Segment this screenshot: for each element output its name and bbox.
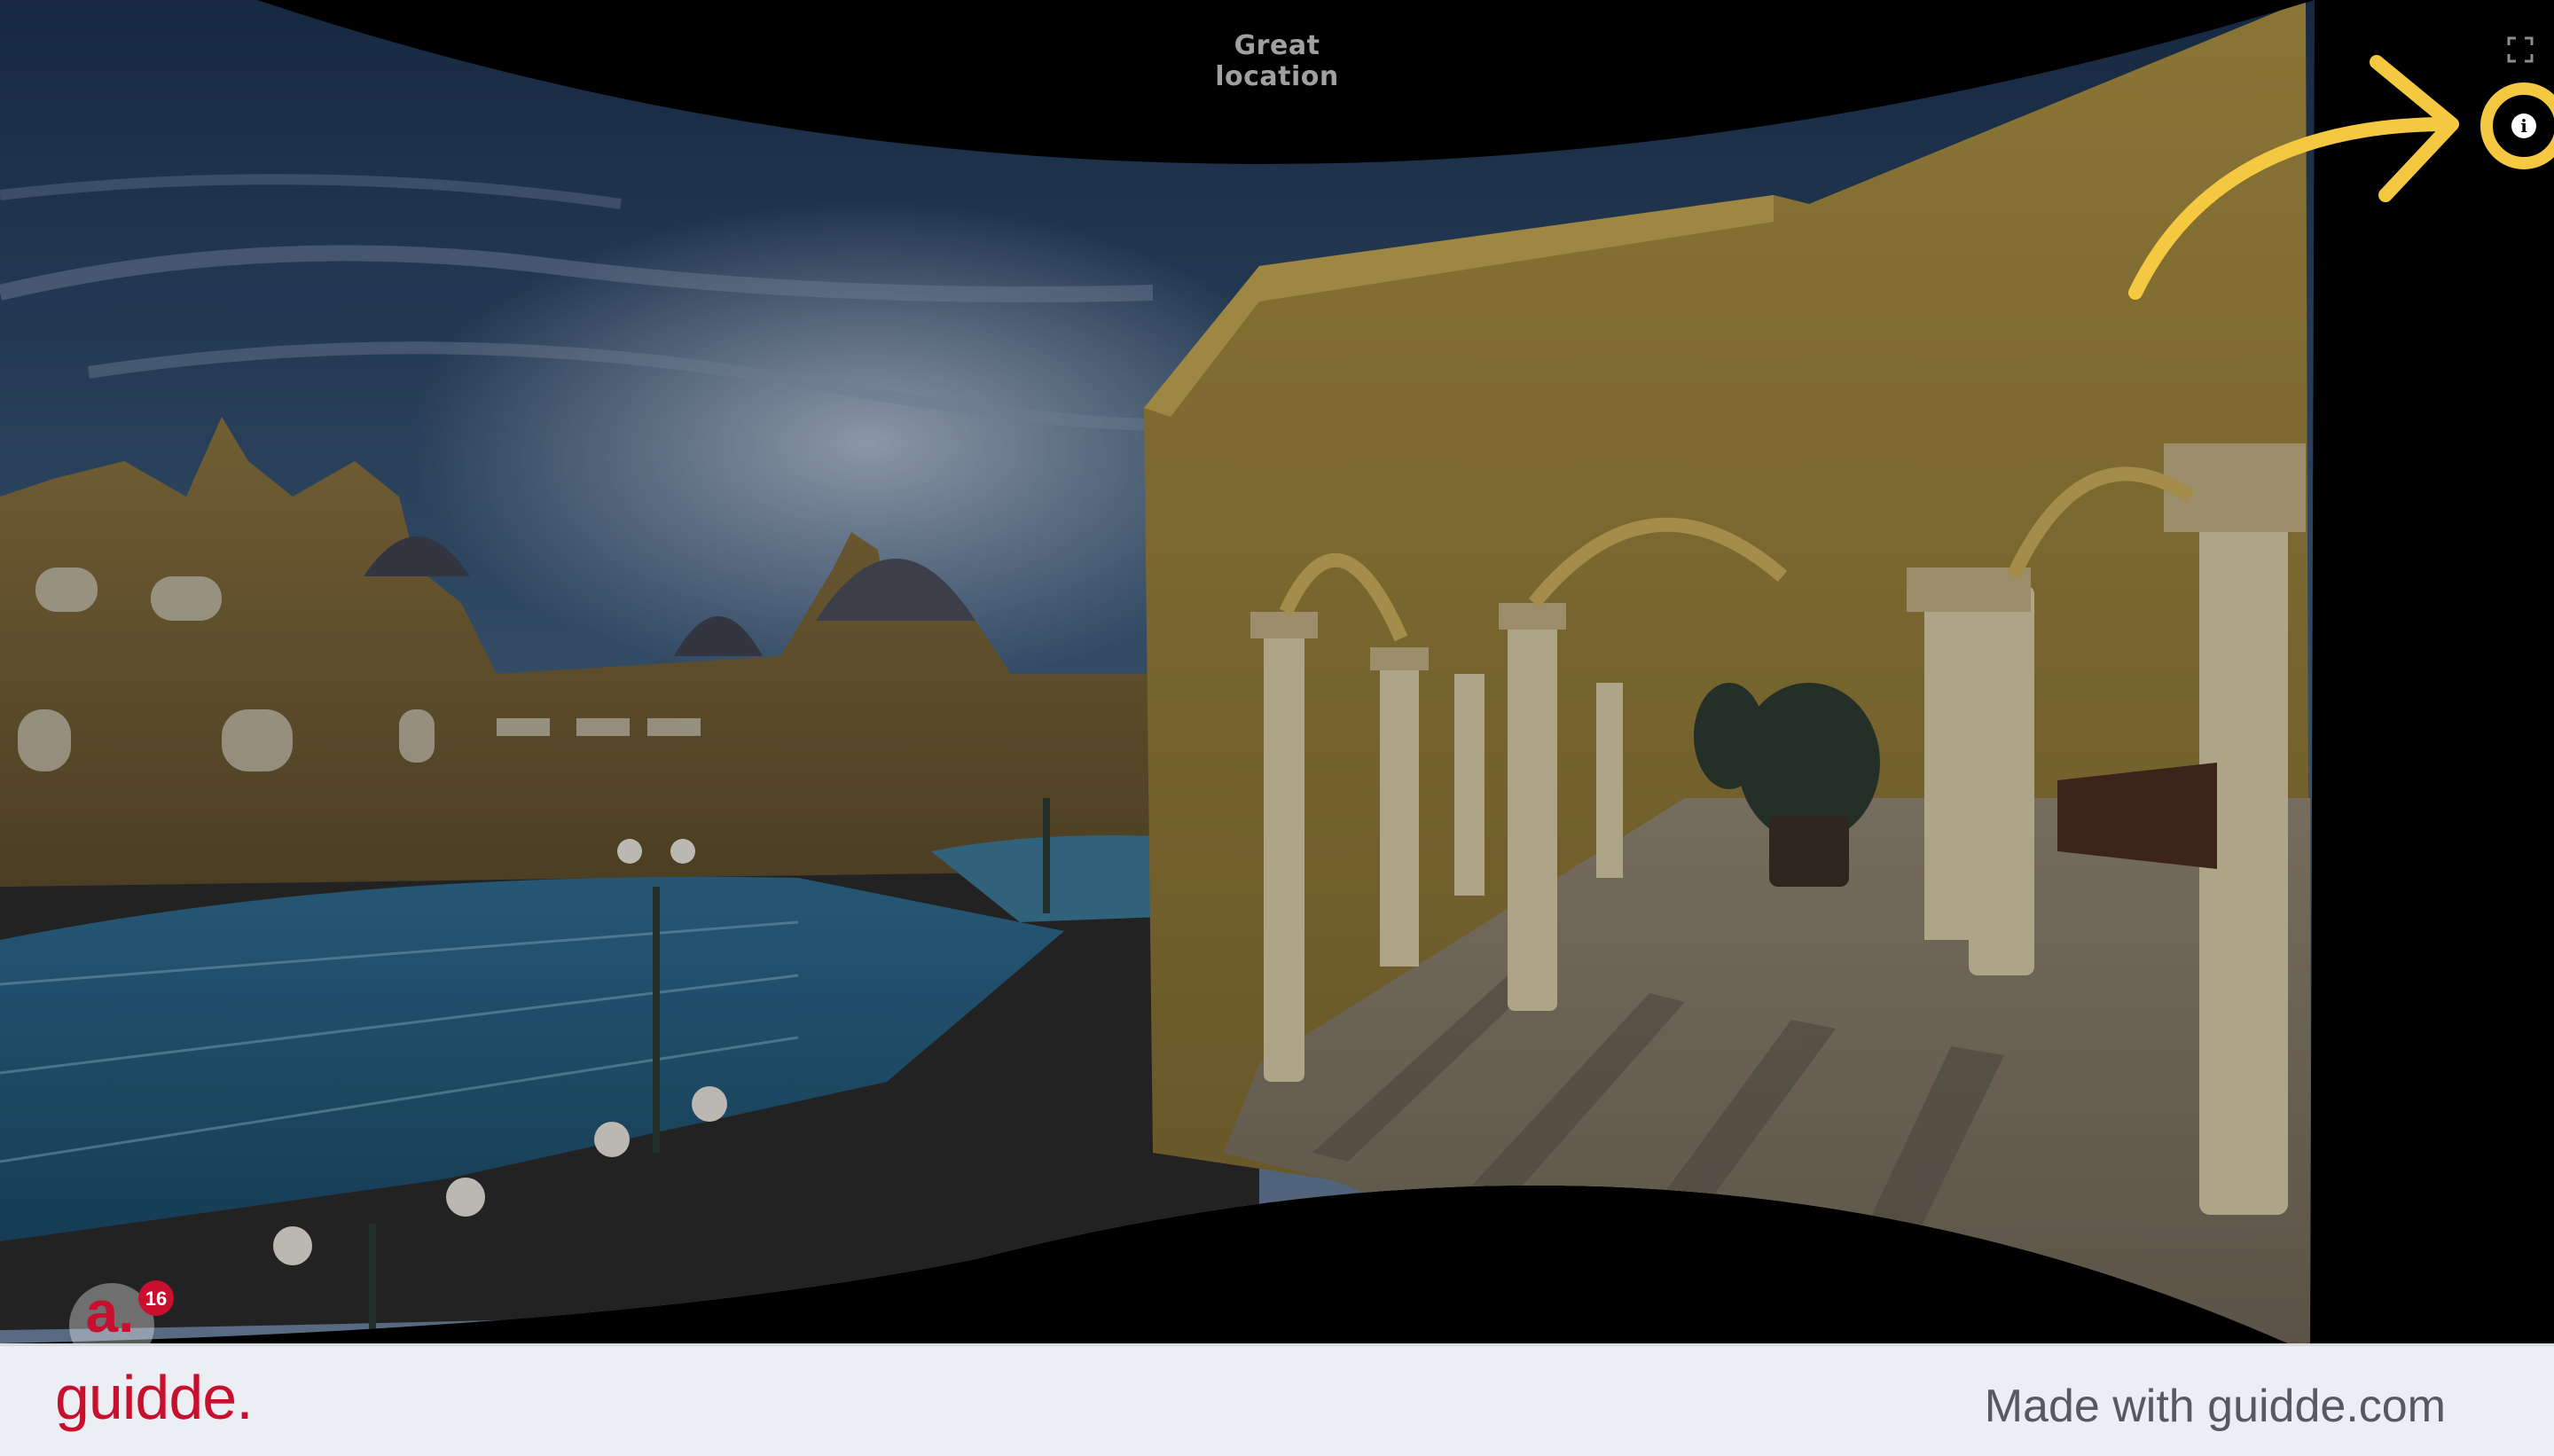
footer-bar: guidde. Made with guidde.com (0, 1343, 2554, 1456)
app-root: Great location i a. 16 guidde. Made with… (0, 0, 2554, 1456)
view-title: Great location (1215, 30, 1339, 92)
badge-letter: a. (85, 1279, 134, 1343)
info-button[interactable]: i (2506, 108, 2542, 144)
brand-logo[interactable]: guidde. (55, 1362, 254, 1433)
panorama-image[interactable] (0, 0, 2554, 1343)
panorama-viewer[interactable]: Great location i a. 16 (0, 0, 2554, 1343)
fullscreen-button[interactable] (2506, 35, 2534, 64)
info-glyph: i (2520, 115, 2527, 137)
fullscreen-icon (2507, 36, 2534, 63)
badge-icon: a. 16 (69, 1279, 174, 1343)
made-with-text[interactable]: Made with guidde.com (1985, 1380, 2446, 1433)
notification-badge[interactable]: a. 16 (67, 1277, 174, 1343)
badge-count: 16 (145, 1288, 167, 1310)
info-icon: i (2511, 114, 2536, 138)
